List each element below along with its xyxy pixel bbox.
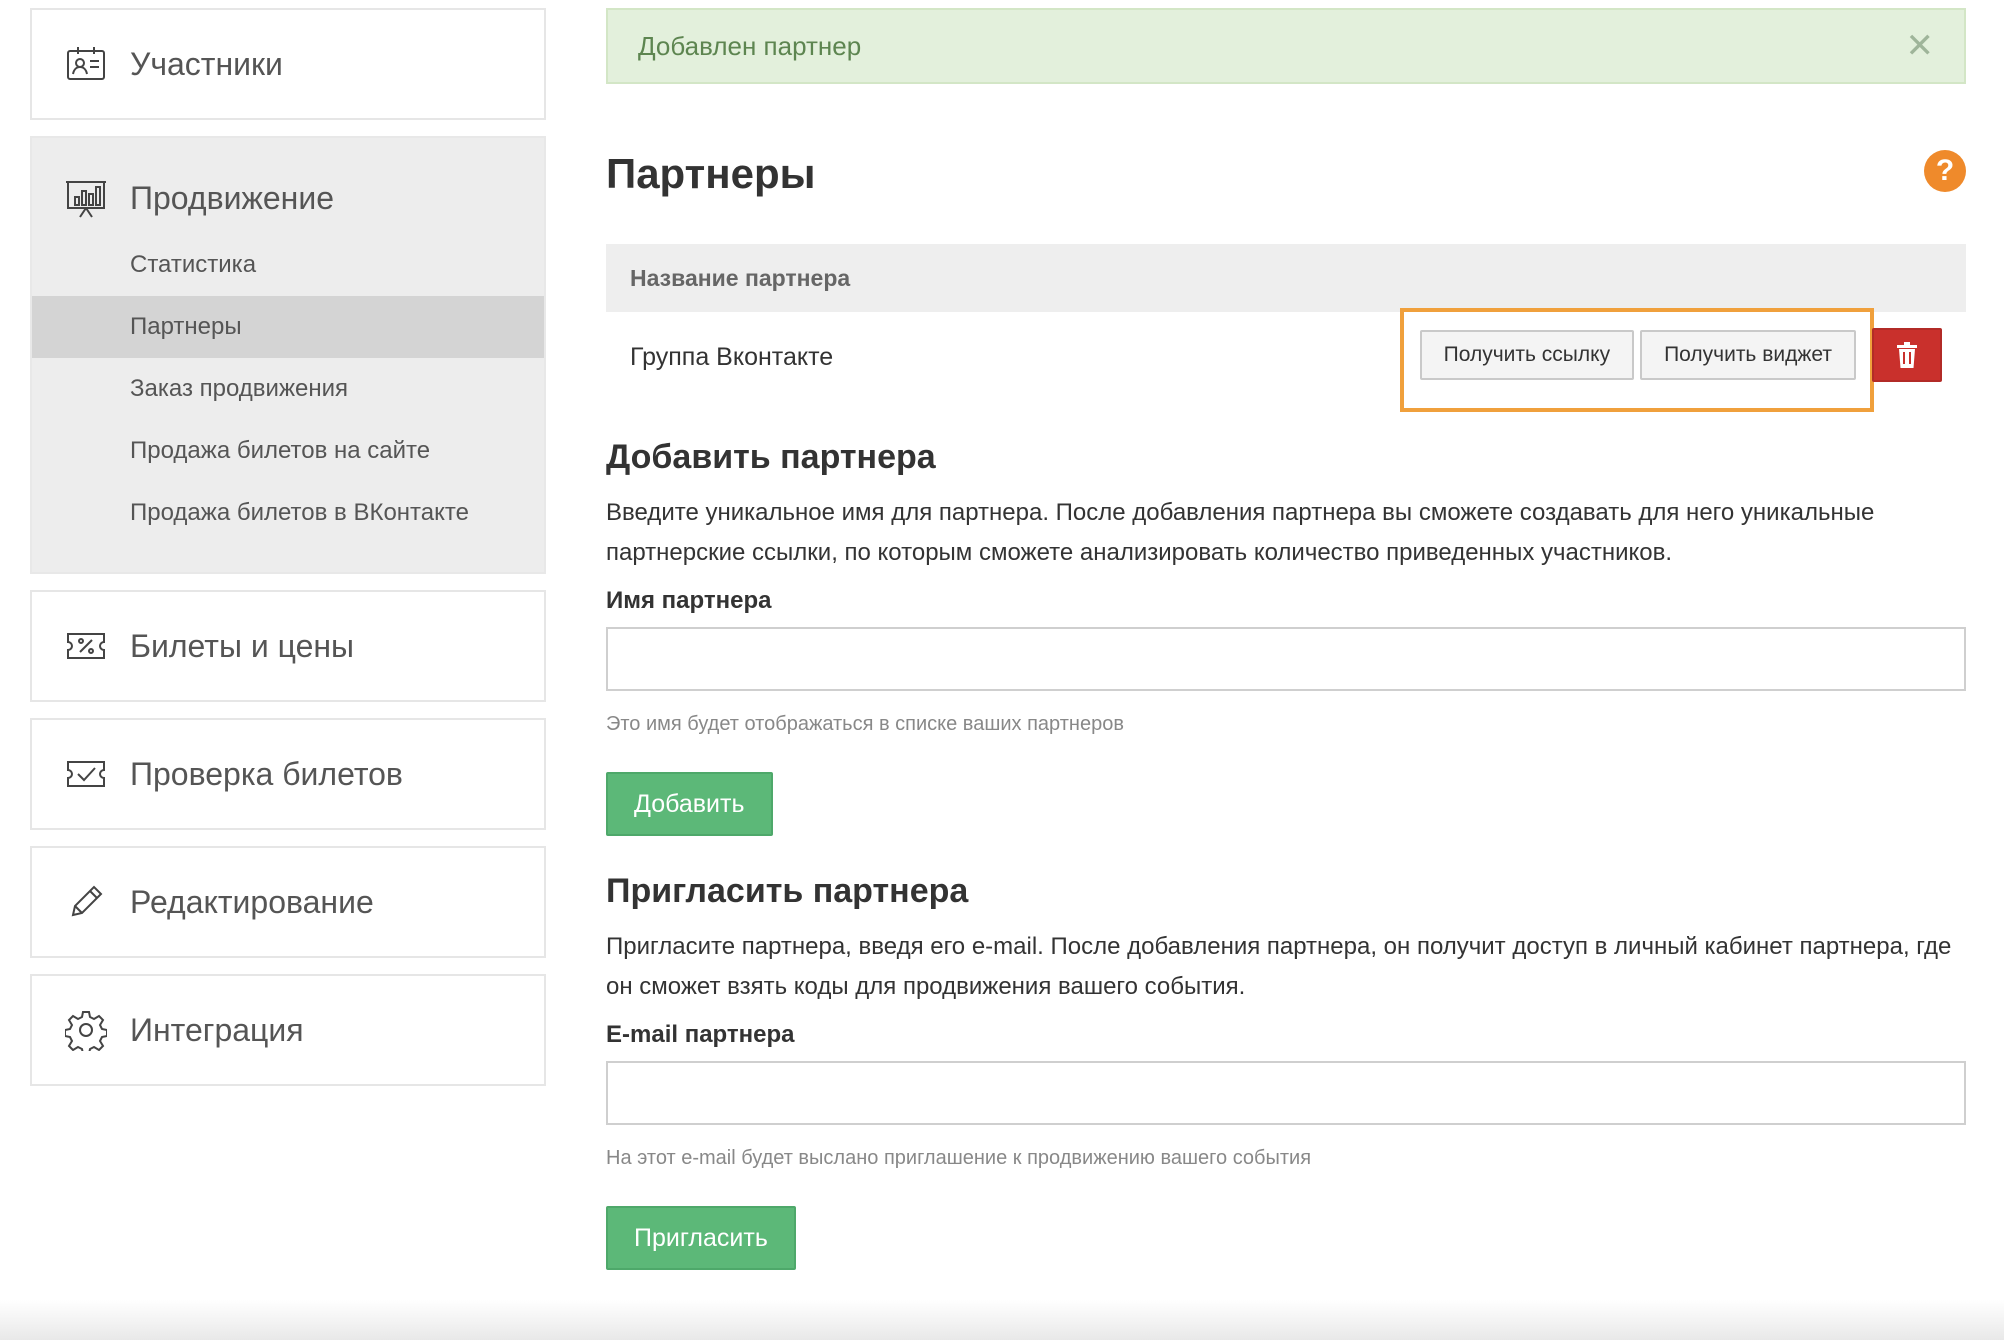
sidebar-item-label: Редактирование	[130, 883, 374, 920]
partner-email-label: E-mail партнера	[606, 1021, 795, 1048]
sidebar-item-tickets[interactable]: Билеты и цены	[30, 590, 546, 702]
partner-name-label: Имя партнера	[606, 587, 772, 614]
main-content: Добавлен партнер ✕ Партнеры ? Название п…	[606, 8, 1966, 1270]
partner-email-hint: На этот e-mail будет выслано приглашение…	[606, 1147, 1312, 1169]
page-header: Партнеры ?	[606, 114, 1966, 234]
sidebar-item-integration[interactable]: Интеграция	[30, 974, 546, 1086]
ticket-check-icon	[62, 750, 110, 798]
help-icon[interactable]: ?	[1924, 150, 1966, 192]
partners-table: Название партнера Группа Вконтакте Получ…	[606, 244, 1966, 412]
ticket-percent-icon	[62, 622, 110, 670]
presentation-chart-icon	[62, 174, 110, 222]
sidebar-item-label: Участники	[130, 45, 283, 82]
invite-button[interactable]: Пригласить	[606, 1206, 796, 1270]
table-row: Группа Вконтакте Получить ссылку Получит…	[606, 308, 1966, 412]
sidebar-subitem-vk-sales[interactable]: Продажа билетов в ВКонтакте	[32, 482, 544, 544]
sidebar-item-ticket-check[interactable]: Проверка билетов	[30, 718, 546, 830]
alert-text: Добавлен партнер	[638, 30, 862, 61]
get-widget-button[interactable]: Получить виджет	[1640, 330, 1856, 380]
add-partner-title: Добавить партнера	[606, 438, 936, 476]
sidebar-item-label: Проверка билетов	[130, 755, 403, 792]
invite-partner-section: Пригласить партнера Пригласите партнера,…	[606, 872, 1966, 1270]
sidebar-item-editing[interactable]: Редактирование	[30, 846, 546, 958]
sidebar-item-label: Интеграция	[130, 1011, 304, 1048]
partner-name-hint: Это имя будет отображаться в списке ваши…	[606, 713, 1124, 735]
sidebar: Участники Продвижение Статистика Партнер…	[30, 8, 546, 1102]
invite-partner-description: Пригласите партнера, введя его e-mail. П…	[606, 933, 1952, 1000]
get-link-button[interactable]: Получить ссылку	[1419, 330, 1635, 380]
sidebar-item-promotion[interactable]: Продвижение	[32, 166, 544, 230]
sidebar-subitem-statistics[interactable]: Статистика	[32, 234, 544, 296]
partner-email-input[interactable]	[606, 1061, 1966, 1125]
success-alert: Добавлен партнер ✕	[606, 8, 1966, 84]
sidebar-item-label: Продвижение	[130, 179, 334, 216]
delete-button[interactable]	[1872, 328, 1942, 382]
close-icon[interactable]: ✕	[1906, 29, 1935, 63]
add-partner-section: Добавить партнера Введите уникальное имя…	[606, 438, 1966, 836]
partner-name-input[interactable]	[606, 627, 1966, 691]
row-actions: Получить ссылку Получить виджет	[1419, 328, 1942, 382]
add-button[interactable]: Добавить	[606, 772, 773, 836]
add-partner-description: Введите уникальное имя для партнера. Пос…	[606, 499, 1875, 566]
invite-partner-title: Пригласить партнера	[606, 872, 969, 910]
contacts-icon	[62, 40, 110, 88]
sidebar-subitem-site-sales[interactable]: Продажа билетов на сайте	[32, 420, 544, 482]
sidebar-item-label: Билеты и цены	[130, 627, 355, 664]
gear-icon	[62, 1006, 110, 1054]
pencil-icon	[62, 878, 110, 926]
sidebar-item-participants[interactable]: Участники	[30, 8, 546, 120]
sidebar-subitem-partners[interactable]: Партнеры	[32, 296, 544, 358]
bottom-shadow	[0, 1300, 2004, 1340]
trash-icon	[1897, 342, 1917, 368]
page-title: Партнеры	[606, 150, 816, 197]
partner-name: Группа Вконтакте	[630, 342, 834, 371]
sidebar-group-promotion: Продвижение Статистика Партнеры Заказ пр…	[30, 136, 546, 574]
sidebar-subitem-order-promotion[interactable]: Заказ продвижения	[32, 358, 544, 420]
table-header: Название партнера	[606, 244, 1966, 312]
